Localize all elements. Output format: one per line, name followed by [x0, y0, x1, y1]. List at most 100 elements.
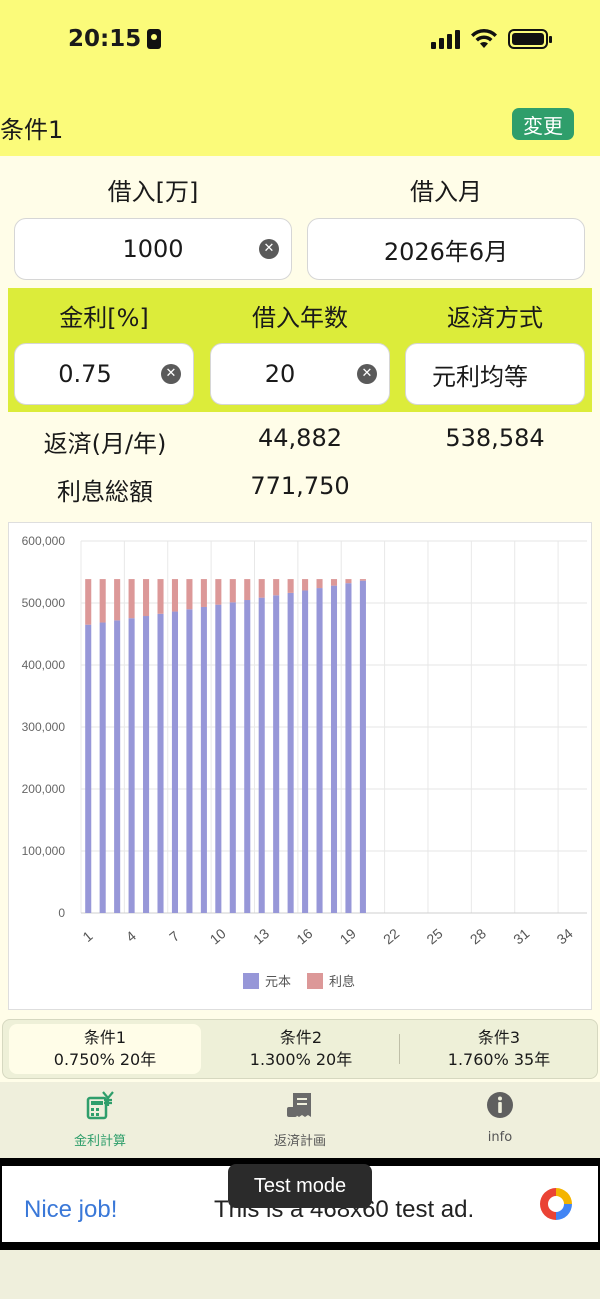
legend-swatch: [307, 973, 323, 989]
x-tick-label: 1: [79, 927, 95, 944]
bar-principal: [186, 609, 193, 913]
bar-principal: [200, 606, 207, 913]
x-tick-label: 19: [337, 925, 359, 947]
battery-icon: [508, 29, 552, 49]
condition-1-name: 条件1: [83, 1028, 127, 1047]
method-select[interactable]: 元利均等: [405, 343, 585, 405]
bar-interest: [345, 579, 352, 584]
repay-label: 返済(月/年): [43, 430, 167, 458]
calculator-yen-icon: [86, 1091, 114, 1120]
page-title: 条件1: [0, 116, 64, 144]
condition-3-detail: 1.760% 35年: [447, 1050, 551, 1069]
bar-principal: [85, 624, 92, 913]
loan-month-value: 2026年6月: [383, 237, 509, 266]
nav-label-info: info: [487, 1130, 513, 1145]
contact-badge-icon: [147, 29, 162, 49]
rate-label: 金利[%]: [59, 304, 149, 332]
change-button[interactable]: 変更: [512, 108, 574, 140]
clear-rate-icon[interactable]: ✕: [161, 364, 181, 384]
condition-tab-1[interactable]: 条件1 0.750% 20年: [9, 1024, 201, 1074]
bar-interest: [200, 579, 207, 607]
loan-month-label: 借入月: [410, 178, 482, 206]
y-tick-label: 300,000: [22, 720, 66, 734]
bar-interest: [287, 579, 294, 593]
legend-label: 元本: [265, 975, 291, 990]
y-tick-label: 200,000: [22, 782, 66, 796]
nav-item-repay-plan[interactable]: 返済計画: [230, 1090, 370, 1149]
bar-principal: [157, 613, 164, 913]
bar-interest: [330, 579, 338, 586]
condition-3-name: 条件3: [477, 1028, 521, 1047]
bar-interest: [186, 579, 193, 610]
bar-interest: [157, 579, 164, 614]
rate-input[interactable]: 0.75 ✕: [14, 343, 194, 405]
bar-principal: [244, 600, 251, 913]
condition-tab-3[interactable]: 条件3 1.760% 35年: [401, 1024, 597, 1074]
bar-interest: [359, 579, 366, 581]
status-time-text: 20:15: [68, 26, 142, 52]
bar-interest: [273, 579, 280, 596]
years-label: 借入年数: [252, 304, 348, 332]
wifi-icon: [471, 28, 497, 48]
test-mode-toast: Test mode: [228, 1164, 372, 1208]
bar-principal: [302, 590, 309, 913]
bar-principal: [114, 620, 121, 913]
loan-amount-value: 1000: [122, 235, 184, 263]
legend-swatch: [243, 973, 259, 989]
x-tick-label: 22: [380, 925, 402, 947]
nav-label-interest-calc: 金利計算: [73, 1134, 126, 1149]
x-tick-label: 7: [166, 927, 182, 944]
loan-amount-label: 借入[万]: [107, 178, 199, 206]
status-icons: [431, 28, 552, 50]
chart-svg: 0 100,000 200,000 300,000 400,000 500,000 600,…: [22, 534, 587, 990]
condition-tab-2[interactable]: 条件2 1.300% 20年: [203, 1024, 399, 1074]
condition-tabs: 条件1 0.750% 20年 条件2 1.300% 20年 条件3 1.760%…: [2, 1019, 598, 1079]
bar-interest: [244, 579, 251, 601]
info-icon: [487, 1092, 513, 1118]
bar-principal: [359, 580, 366, 913]
signal-icon: [431, 29, 460, 49]
bar-principal: [229, 602, 236, 913]
bar-interest: [128, 579, 135, 619]
x-tick-label: 13: [250, 925, 272, 947]
bar-principal: [171, 611, 179, 913]
loan-month-picker[interactable]: 2026年6月: [307, 218, 585, 280]
bar-principal: [287, 592, 294, 913]
condition-2-name: 条件2: [279, 1028, 323, 1047]
bar-principal: [128, 618, 135, 913]
bar-principal: [345, 583, 352, 913]
clear-years-icon[interactable]: ✕: [357, 364, 377, 384]
bar-interest: [85, 579, 92, 625]
y-tick-label: 600,000: [22, 534, 66, 548]
bar-principal: [143, 616, 150, 913]
nav-item-info[interactable]: info: [430, 1090, 570, 1145]
bar-interest: [114, 579, 121, 621]
repayment-chart: 0 100,000 200,000 300,000 400,000 500,000 600,…: [8, 522, 592, 1010]
bottom-nav: 金利計算 返済計画 info: [0, 1082, 600, 1158]
app-header: 20:15 条件1 変更: [0, 0, 600, 156]
bar-principal: [258, 597, 265, 913]
yearly-repay-value: 538,584: [445, 424, 545, 452]
bar-principal: [99, 622, 106, 913]
bar-interest: [143, 579, 150, 617]
loan-amount-input[interactable]: 1000 ✕: [14, 218, 292, 280]
condition-1-detail: 0.750% 20年: [53, 1050, 157, 1069]
condition-separator: [399, 1034, 400, 1064]
nav-label-repay-plan: 返済計画: [273, 1134, 326, 1149]
ad-logo-icon: [540, 1188, 572, 1220]
years-input[interactable]: 20 ✕: [210, 343, 390, 405]
bar-interest: [215, 579, 222, 605]
nav-item-interest-calc[interactable]: 金利計算: [30, 1090, 170, 1149]
x-tick-label: 28: [467, 925, 489, 947]
years-value: 20: [264, 360, 296, 388]
monthly-repay-value: 44,882: [258, 424, 342, 452]
y-tick-label: 400,000: [22, 658, 66, 672]
clear-loan-icon[interactable]: ✕: [259, 239, 279, 259]
legend-label: 利息: [329, 974, 355, 990]
receipt-icon: [287, 1093, 311, 1117]
bar-principal: [330, 585, 338, 913]
condition-2-detail: 1.300% 20年: [249, 1050, 353, 1069]
x-tick-label: 4: [123, 927, 139, 944]
x-tick-label: 34: [554, 925, 576, 947]
bar-principal: [316, 588, 323, 913]
